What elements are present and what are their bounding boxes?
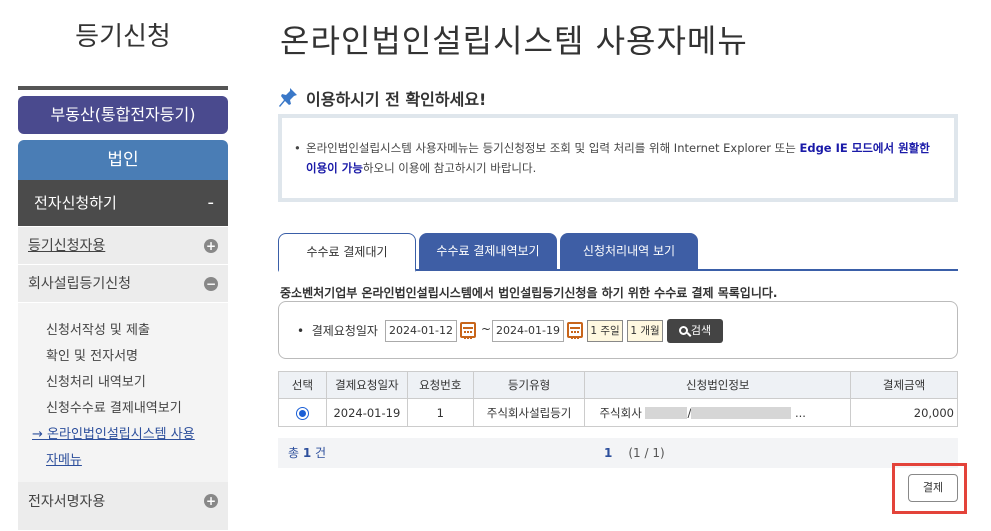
notice-title: 이용하시기 전 확인하세요! [306,90,487,109]
minus-circle-icon[interactable]: − [204,277,218,291]
sidebar-item-label: 전자서명자용 [28,494,106,510]
amount-cell: 20,000 [850,398,958,427]
submenu-item-online-user-menu-cont[interactable]: 자메뉴 [46,449,82,468]
notice-text-end: 하오니 이용에 참고하시기 바랍니다. [362,161,537,175]
table-summary: 총 1 건 1 (1 / 1) [278,438,958,468]
tab-bar: 수수료 결제대기 수수료 결제내역보기 신청처리내역 보기 [278,233,958,272]
tab-payment-history[interactable]: 수수료 결제내역보기 [419,233,557,271]
col-registration-type: 등기유형 [472,371,586,399]
sidebar-item-label: 등기신청자용 [28,238,106,254]
page-title: 온라인법인설립시스템 사용자메뉴 [280,22,748,60]
list-description: 중소벤처기업부 온라인법인설립시스템에서 법인설립등기신청을 하기 위한 수수료… [280,286,778,300]
pagination: 1 (1 / 1) [604,438,665,468]
redacted-text [645,407,688,419]
plus-circle-icon[interactable]: + [204,239,218,253]
search-button-label: 검색 [690,324,712,337]
col-corp-info: 신청법인정보 [584,371,852,399]
sidebar-item-company[interactable]: 회사설립등기신청 − [18,265,228,303]
corp-info-cell: 주식회사 / ... [584,398,852,427]
notice-heading: 이용하시기 전 확인하세요! [278,86,486,110]
sidebar-item-registration[interactable]: 등기신청자용 + [18,227,228,265]
pay-button[interactable]: 결제 [908,474,958,502]
notice-bullet: • [294,141,301,155]
sidebar-corp-button[interactable]: 법인 [18,140,228,180]
col-select: 선택 [278,371,327,399]
end-date-input[interactable]: 2024-01-19 [492,320,564,342]
submenu-item-history[interactable]: 신청처리 내역보기 [46,371,146,390]
payment-table: 선택 결제요청일자 요청번호 등기유형 신청법인정보 결제금액 2024-01-… [278,371,958,427]
notice-box: • 온라인법인설립시스템 사용자메뉴는 등기신청정보 조회 및 입력 처리를 위… [278,114,958,202]
col-request-date: 결제요청일자 [325,371,408,399]
calendar-icon[interactable] [460,322,476,339]
submenu-item-online-user-menu[interactable]: → 온라인법인설립시스템 사용 [32,423,195,442]
total-count: 총 1 건 [288,446,327,460]
tab-payment-pending[interactable]: 수수료 결제대기 [278,233,416,272]
sidebar-submenu: 신청서작성 및 제출 확인 및 전자서명 신청처리 내역보기 신청수수료 결제내… [18,303,228,482]
notice-text: 온라인법인설립시스템 사용자메뉴는 등기신청정보 조회 및 입력 처리를 위해 … [306,141,800,155]
submenu-item-confirm[interactable]: 확인 및 전자서명 [46,345,138,364]
sidebar: 등기신청 부동산(통합전자등기) 법인 전자신청하기 - 등기신청자용 + 회사… [18,0,228,531]
tab-processing-history[interactable]: 신청처리내역 보기 [560,233,698,271]
filter-label: • 결제요청일자 [297,324,378,338]
sidebar-item-esign[interactable]: 전자서명자용 + [18,482,228,531]
sidebar-section-esubmit[interactable]: 전자신청하기 - [18,180,228,226]
select-radio[interactable] [295,406,309,420]
redacted-text [691,407,792,419]
sidebar-divider [18,86,228,90]
col-amount: 결제금액 [850,371,958,399]
select-cell[interactable] [278,398,327,427]
page-number-current[interactable]: 1 [604,446,612,460]
page-info: (1 / 1) [628,446,665,460]
start-date-input[interactable]: 2024-01-12 [385,320,457,342]
col-request-number: 요청번호 [406,371,474,399]
request-number-cell: 1 [406,398,474,427]
search-icon [678,326,688,335]
table-row[interactable]: 2024-01-19 1 주식회사설립등기 주식회사 / ... 20,000 [278,398,958,427]
plus-circle-icon[interactable]: + [204,494,218,508]
one-week-button[interactable]: 1 주일 [587,320,623,342]
sidebar-realestate-button[interactable]: 부동산(통합전자등기) [18,96,228,134]
search-filter: • 결제요청일자 2024-01-12 ~ 2024-01-19 1 주일 1 … [278,301,958,359]
collapse-icon[interactable]: - [208,180,215,226]
search-button[interactable]: 검색 [667,319,723,343]
date-range-separator: ~ [481,322,492,336]
registration-type-cell: 주식회사설립등기 [472,398,586,427]
calendar-icon[interactable] [567,322,583,339]
sidebar-title: 등기신청 [75,22,171,52]
sidebar-item-label: 회사설립등기신청 [28,276,132,292]
request-date-cell: 2024-01-19 [325,398,408,427]
table-header-row: 선택 결제요청일자 요청번호 등기유형 신청법인정보 결제금액 [278,371,958,399]
sidebar-section-label: 전자신청하기 [34,194,117,212]
one-month-button[interactable]: 1 개월 [627,320,663,342]
submenu-item-payments[interactable]: 신청수수료 결제내역보기 [46,397,182,416]
submenu-item-write[interactable]: 신청서작성 및 제출 [46,319,150,338]
pin-icon [279,88,297,107]
